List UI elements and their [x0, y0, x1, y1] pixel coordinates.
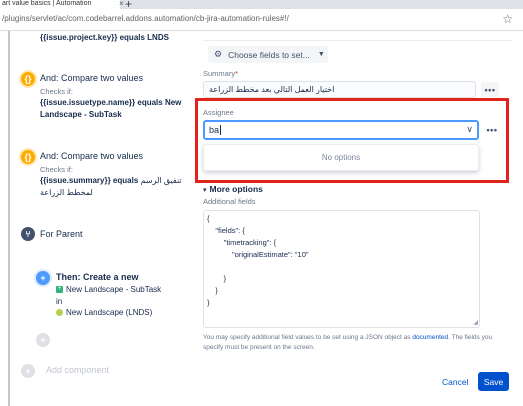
- browser-tabstrip: art value basics | Automation × +: [0, 0, 523, 9]
- condition-expression-cont: Landscape - SubTask: [40, 110, 122, 119]
- app-root: art value basics | Automation × + /plugi…: [0, 0, 523, 406]
- condition-icon: {}: [21, 150, 35, 164]
- action-in-label: in: [56, 297, 63, 306]
- condition-checks-label: Checks if:: [40, 87, 73, 96]
- condition-checks-label: Checks if:: [40, 165, 73, 174]
- add-icon[interactable]: +: [36, 333, 50, 347]
- condition-expression: {{issue.issuetype.name}} equals New: [40, 98, 182, 107]
- summary-label: Summary*: [203, 69, 238, 78]
- help-text: You may specify additional field values …: [203, 333, 513, 353]
- json-line: "fields": {: [207, 226, 245, 235]
- add-icon[interactable]: +: [21, 364, 35, 378]
- action-config-form: ⚙ Choose fields to set... ▼ Summary* اخت…: [195, 31, 523, 406]
- additional-fields-textarea[interactable]: { "fields": { "timetracking": { "origina…: [203, 210, 480, 328]
- json-line: }: [207, 298, 210, 307]
- address-bar[interactable]: /plugins/servlet/ac/com.codebarrel.addon…: [0, 9, 523, 31]
- assignee-more-button[interactable]: •••: [483, 122, 501, 137]
- action-title[interactable]: Then: Create a new: [56, 272, 139, 282]
- browser-tab[interactable]: art value basics | Automation: [0, 0, 120, 9]
- assignee-label: Assignee: [203, 108, 234, 117]
- condition-title[interactable]: And: Compare two values: [40, 73, 143, 83]
- chevron-down-icon: ▾: [203, 187, 207, 194]
- chevron-down-icon: ▼: [317, 51, 325, 58]
- browser-tab-title: art value basics | Automation: [2, 0, 92, 7]
- additional-fields-label: Additional fields: [203, 197, 256, 206]
- summary-value: اختيار العمل التالي بعد مخطط الزراعة: [209, 85, 335, 94]
- chevron-down-icon[interactable]: ∨: [466, 124, 473, 135]
- resize-handle-icon[interactable]: ◢: [473, 319, 478, 326]
- condition-expression: {{issue.project.key}} equals LNDS: [40, 33, 169, 42]
- gear-icon: ⚙: [214, 49, 223, 59]
- plus-square-icon: +: [56, 286, 63, 294]
- assignee-input-value: ba: [209, 125, 220, 135]
- save-button[interactable]: Save: [478, 372, 509, 391]
- rule-chain-panel: {{issue.project.key}} equals LNDS {} And…: [0, 31, 190, 406]
- documented-link[interactable]: documented: [412, 334, 448, 341]
- assignee-select-input[interactable]: ba ∨: [203, 120, 479, 140]
- project-icon: [56, 309, 63, 317]
- more-options-label: More options: [209, 184, 263, 194]
- summary-input[interactable]: اختيار العمل التالي بعد مخطط الزراعة: [203, 81, 476, 98]
- divider: [203, 40, 513, 41]
- condition-expression-value: تنفيق الرسم: [140, 176, 182, 185]
- add-component-link[interactable]: Add component: [46, 365, 109, 375]
- condition-title[interactable]: And: Compare two values: [40, 151, 143, 161]
- issue-type-label: New Landscape - SubTask: [66, 285, 162, 294]
- required-marker: *: [235, 69, 239, 78]
- help-text-prefix: You may specify additional field values …: [203, 334, 413, 341]
- no-options-message: No options: [203, 144, 479, 171]
- summary-more-button[interactable]: •••: [481, 82, 499, 97]
- json-line: }: [207, 286, 218, 295]
- json-line: }: [207, 274, 227, 283]
- url-text: /plugins/servlet/ac/com.codebarrel.addon…: [2, 14, 289, 23]
- cancel-button[interactable]: Cancel: [442, 377, 468, 387]
- condition-expression-cont: لمخطط الزراعة: [40, 188, 93, 197]
- json-line: {: [207, 214, 210, 223]
- project-label: New Landscape (LNDS): [66, 308, 153, 317]
- condition-expression-field: {{issue.summary}} equals: [40, 176, 139, 185]
- text-caret: [220, 125, 222, 135]
- rule-chain-line: [8, 31, 10, 406]
- action-issue-type: + New Landscape - SubTask: [56, 285, 161, 294]
- condition-icon: {}: [21, 72, 35, 86]
- condition-expression: {{issue.summary}} equals تنفيق الرسم: [40, 176, 182, 185]
- tab-close-icon[interactable]: ×: [119, 0, 124, 8]
- new-tab-button[interactable]: +: [125, 0, 132, 9]
- branch-icon: ⑂: [21, 227, 35, 241]
- more-options-toggle[interactable]: ▾ More options: [203, 184, 263, 194]
- star-outline-icon[interactable]: ☆: [502, 12, 513, 26]
- summary-label-text: Summary: [203, 69, 236, 78]
- json-line: "originalEstimate": "10": [207, 250, 309, 259]
- json-line: "timetracking": {: [207, 238, 277, 247]
- choose-fields-label: Choose fields to set...: [228, 49, 310, 60]
- add-action-icon[interactable]: +: [36, 271, 50, 285]
- action-project: New Landscape (LNDS): [56, 308, 152, 317]
- choose-fields-button[interactable]: ⚙ Choose fields to set... ▼: [208, 46, 328, 63]
- branch-title[interactable]: For Parent: [40, 229, 83, 239]
